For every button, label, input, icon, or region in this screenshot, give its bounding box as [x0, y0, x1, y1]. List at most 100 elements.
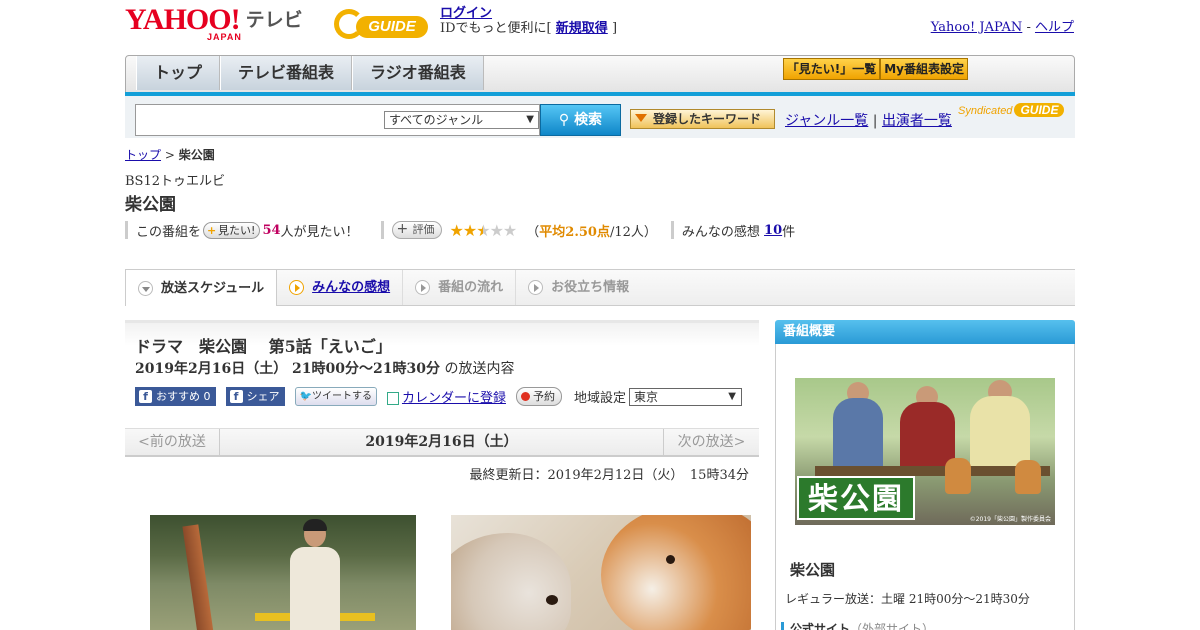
prev-broadcast-button[interactable]: <前の放送	[125, 429, 220, 455]
genre-list-link[interactable]: ジャンル一覧	[785, 113, 868, 129]
genre-links: ジャンル一覧 | 出演者一覧	[785, 110, 952, 130]
tab-flow[interactable]: 番組の流れ	[403, 270, 517, 305]
sidebar-heading: 番組概要	[775, 320, 1075, 344]
syndicated-gguide-logo: Syndicated GUIDE	[958, 103, 1065, 117]
official-site-note: （外部サイト）	[850, 622, 935, 630]
last-updated: 最終更新日：2019年2月12日（火） 15時34分	[469, 468, 749, 483]
sidebar-program-name: 柴公園	[790, 561, 836, 579]
star-rating: ★★★★★	[450, 220, 518, 240]
signup-link[interactable]: 新規取得	[556, 21, 608, 36]
facebook-recommend-button[interactable]: f おすすめ 0	[135, 387, 216, 406]
syndicated-gguide-text: GUIDE	[1014, 103, 1065, 117]
current-broadcast-date: 2019年2月16日（土）	[365, 434, 518, 450]
rating-row-divider	[125, 221, 128, 239]
tab-useful-info[interactable]: お役立ち情報	[516, 270, 641, 305]
yahoo-logo-japan: JAPAN	[207, 32, 242, 42]
search-button[interactable]: ⚲ 検索	[540, 104, 621, 136]
region-select[interactable]: 東京 ▼	[628, 387, 742, 406]
mitai-list-button[interactable]: 「見たい!」一覧	[782, 58, 881, 80]
key-visual-logo: 柴公園	[797, 476, 915, 520]
top-links-separator: -	[1022, 20, 1035, 35]
my-bangumi-settings-button[interactable]: My番組表設定	[880, 58, 968, 80]
chevron-right-circle-icon	[415, 280, 431, 295]
rating-row-divider	[380, 221, 384, 239]
facebook-share-button[interactable]: f シェア	[225, 387, 285, 406]
login-area: ログイン IDでもっと便利に[ 新規取得 ]	[440, 6, 617, 36]
episode-datetime-line: 2019年2月16日（土） 21時00分～21時30分 の放送内容	[135, 358, 514, 378]
sidebar-regular-broadcast: レギュラー放送：土曜 21時00分～21時30分	[785, 592, 1030, 606]
episode-datetime: 2019年2月16日（土） 21時00分～21時30分	[135, 361, 440, 377]
tab-schedule[interactable]: 放送スケジュール	[125, 269, 278, 306]
gguide-text: GUIDE	[356, 16, 428, 38]
region-select-value: 東京	[633, 389, 658, 404]
facebook-icon: f	[139, 390, 152, 403]
reserve-button[interactable]: 予約	[515, 387, 562, 406]
star-empty-icon: ★★	[489, 220, 518, 240]
record-dot-icon	[520, 392, 530, 401]
calendar-register-link[interactable]: カレンダーに登録	[402, 387, 506, 406]
breadcrumb-separator: >	[161, 148, 179, 162]
genre-select-value: すべてのジャンル	[389, 113, 484, 127]
tab-kansou-label: みんなの感想	[312, 280, 391, 295]
nav-tab-top[interactable]: トップ	[136, 56, 221, 90]
chevron-right-circle-icon	[528, 280, 544, 295]
episode-datetime-suffix: の放送内容	[444, 361, 515, 377]
tweet-button[interactable]: 🐦ツイートする	[294, 387, 377, 406]
performer-list-link[interactable]: 出演者一覧	[882, 113, 952, 129]
nav-tab-radio-schedule[interactable]: ラジオ番組表	[352, 56, 484, 90]
social-row: f おすすめ 0 f シェア 🐦ツイートする カレンダーに登録 予約 地域設定 東京…	[135, 387, 742, 406]
mitai-button[interactable]: 見たい!	[203, 221, 261, 239]
facebook-share-label: シェア	[246, 390, 280, 403]
calendar-icon	[386, 392, 399, 405]
chevron-down-icon: ▼	[526, 114, 534, 125]
tab-kansou[interactable]: みんなの感想	[277, 270, 404, 305]
facebook-recommend-label: おすすめ 0	[156, 390, 211, 403]
tab-useful-info-label: お役立ち情報	[551, 280, 630, 295]
search-icon: ⚲	[558, 112, 575, 128]
tab-schedule-label: 放送スケジュール	[161, 280, 265, 296]
breadcrumb-current: 柴公園	[178, 148, 215, 162]
tab-flow-label: 番組の流れ	[438, 280, 504, 295]
login-link[interactable]: ログイン	[440, 6, 492, 21]
page-title: 柴公園	[125, 195, 176, 215]
nav-tab-tv-schedule[interactable]: テレビ番組表	[220, 56, 353, 90]
chevron-down-circle-icon	[138, 280, 153, 296]
yahoo-japan-link[interactable]: Yahoo! JAPAN	[931, 20, 1023, 35]
kansou-count-link[interactable]: 10	[764, 223, 782, 238]
help-link[interactable]: ヘルプ	[1035, 20, 1074, 35]
yahoo-logo-text: YAHOO!	[125, 3, 241, 36]
login-desc: IDでもっと便利に[	[440, 21, 552, 36]
yahoo-tv-logo[interactable]: YAHOO! JAPAN テレビ	[125, 3, 303, 43]
genre-links-divider: |	[872, 113, 878, 129]
facebook-icon: f	[229, 390, 243, 403]
key-visual-copyright: ©2019「柴公園」製作委員会	[969, 516, 1051, 523]
genre-select[interactable]: すべてのジャンル ▼	[384, 111, 539, 129]
channel-name: BS12トゥエルビ	[125, 174, 226, 189]
gguide-logo[interactable]: GUIDE	[334, 6, 432, 42]
program-rating-row: この番組を 見たい! 54人が見たい！ 評価 ★★★★★ （平均2.50点/12…	[125, 220, 795, 240]
reserve-label: 予約	[532, 390, 555, 403]
dropdown-triangle-icon	[635, 114, 647, 122]
sidebar-official-site[interactable]: 公式サイト（外部サイト）	[781, 622, 934, 630]
twitter-icon: 🐦	[299, 391, 312, 402]
next-broadcast-button[interactable]: 次の放送>	[663, 429, 759, 455]
mitai-prefix: この番組を	[136, 224, 202, 240]
registered-keyword-label: 登録したキーワード	[653, 112, 762, 126]
rating-people: /12人）	[609, 224, 657, 240]
breadcrumb-top-link[interactable]: トップ	[125, 148, 161, 162]
region-label: 地域設定	[573, 391, 626, 406]
registered-keyword-button[interactable]: 登録したキーワード	[630, 109, 775, 129]
top-links: Yahoo! JAPAN - ヘルプ	[931, 16, 1074, 35]
syndicated-text: Syndicated	[958, 105, 1013, 117]
episode-title: ドラマ 柴公園 第5話「えいご」	[135, 337, 392, 356]
search-button-label: 検索	[574, 112, 603, 128]
service-name: テレビ	[245, 9, 303, 31]
rate-button[interactable]: 評価	[391, 221, 442, 239]
official-site-label: 公式サイト	[790, 622, 851, 630]
breadcrumb: トップ > 柴公園	[125, 146, 215, 163]
rating-open-paren: （	[526, 224, 540, 240]
tweet-label: ツイートする	[311, 391, 372, 402]
program-key-visual: 柴公園 ©2019「柴公園」製作委員会	[795, 378, 1055, 525]
chevron-right-circle-icon	[289, 280, 305, 295]
mitai-count: 54	[262, 222, 281, 238]
